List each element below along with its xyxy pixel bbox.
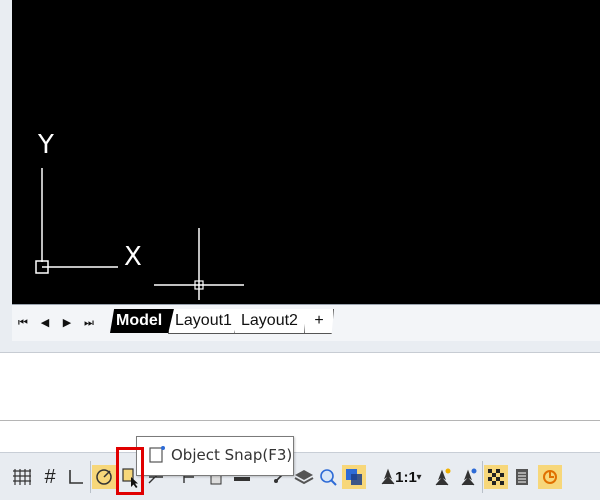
cad-window: Y X ⏮ ◀ ▶ ⏭ Model Layout1 Layout2 + # 1:… <box>0 0 600 500</box>
object-snap-tooltip: Object Snap(F3) <box>136 436 294 476</box>
auto-scale-icon[interactable] <box>456 465 480 489</box>
status-bar: # 1:1 ▾ <box>0 452 600 500</box>
object-snap-tooltip-icon <box>149 446 165 463</box>
ortho-icon[interactable] <box>64 465 88 489</box>
layers-icon[interactable] <box>292 465 316 489</box>
tab-first-icon[interactable]: ⏮ <box>16 315 30 331</box>
grid-icon[interactable] <box>10 465 34 489</box>
hardware-accel-icon[interactable] <box>484 465 508 489</box>
axis-y-label: Y <box>38 130 54 160</box>
drawing-viewport[interactable]: Y X <box>12 0 600 304</box>
status-separator <box>90 461 91 493</box>
annotation-visibility-icon[interactable] <box>430 465 454 489</box>
panel-divider <box>0 420 600 421</box>
viewport-graphics <box>35 168 244 300</box>
tab-layout1[interactable]: Layout1 <box>168 309 242 334</box>
status-separator <box>482 461 483 493</box>
polar-icon[interactable] <box>92 465 116 489</box>
tab-model[interactable]: Model <box>110 309 178 333</box>
snap-icon[interactable]: # <box>38 465 62 489</box>
drawing-area-shell: Y X ⏮ ◀ ▶ ⏭ Model Layout1 Layout2 + <box>0 0 600 353</box>
tab-prev-icon[interactable]: ◀ <box>38 315 52 331</box>
tab-add-layout[interactable]: + <box>304 309 334 334</box>
quick-properties-icon[interactable] <box>316 465 340 489</box>
layout-tab-bar: ⏮ ◀ ▶ ⏭ Model Layout1 Layout2 + <box>12 304 600 341</box>
transparency-icon[interactable] <box>342 465 366 489</box>
tab-last-icon[interactable]: ⏭ <box>82 315 96 331</box>
tab-layout2[interactable]: Layout2 <box>234 309 310 334</box>
properties-icon[interactable] <box>510 465 534 489</box>
clean-screen-icon[interactable] <box>538 465 562 489</box>
scale-dropdown-icon[interactable]: ▾ <box>414 465 424 489</box>
axis-x-label: X <box>124 242 142 272</box>
tooltip-text: Object Snap(F3) <box>171 446 293 464</box>
tab-next-icon[interactable]: ▶ <box>60 315 74 331</box>
